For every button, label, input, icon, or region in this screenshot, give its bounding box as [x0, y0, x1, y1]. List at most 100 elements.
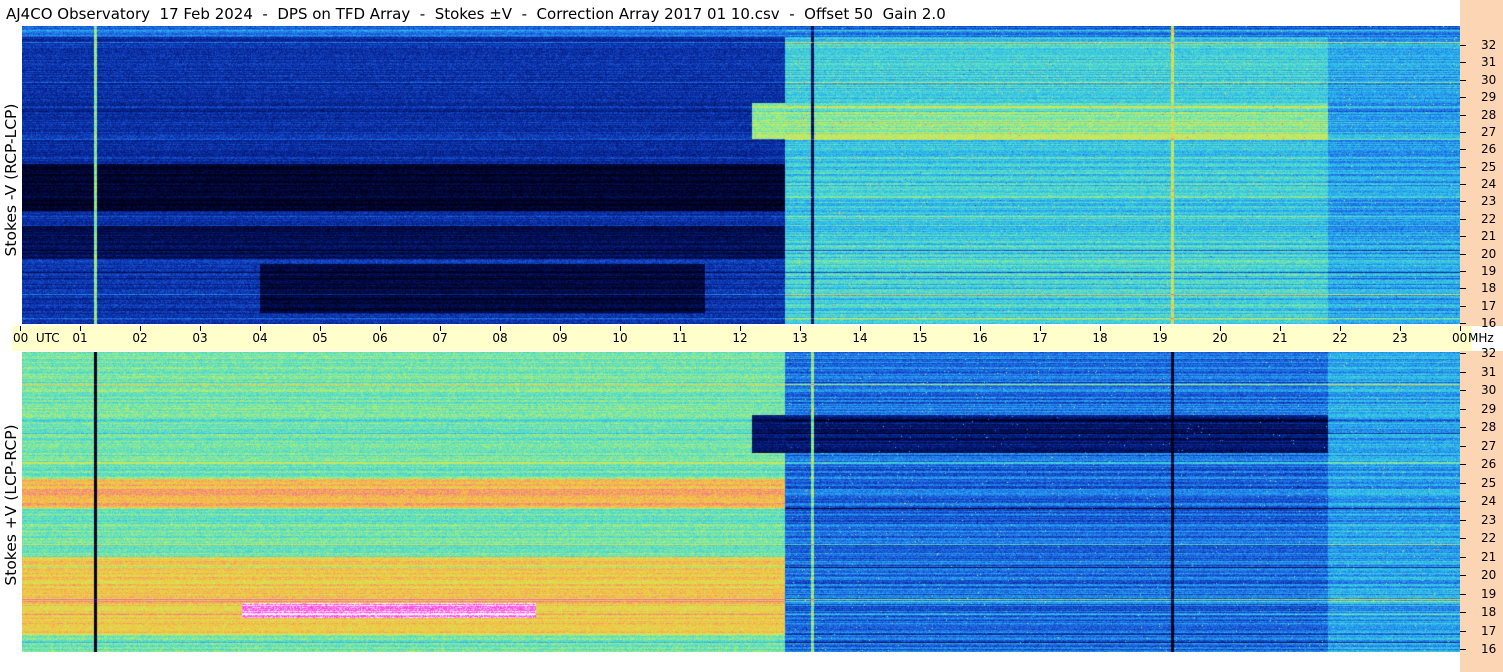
- frequency-tick-label: 23: [1481, 512, 1497, 527]
- time-tick-label: 13: [792, 331, 808, 345]
- time-tick-label: 05: [312, 331, 328, 345]
- frequency-tick-label: 32: [1481, 346, 1497, 360]
- bottom-spectrogram-heatmap: [22, 352, 1460, 652]
- frequency-tick-label: 26: [1481, 142, 1497, 157]
- frequency-tick: [1460, 288, 1466, 290]
- frequency-tick: [1460, 305, 1466, 307]
- frequency-tick: [1460, 131, 1466, 133]
- time-tick-label: 07: [432, 331, 448, 345]
- frequency-tick-label: 27: [1481, 124, 1497, 139]
- frequency-tick-label: 30: [1481, 383, 1497, 397]
- frequency-tick: [1460, 482, 1466, 484]
- time-tick-label: 02: [132, 331, 148, 345]
- time-tick-label: 09: [552, 331, 568, 345]
- frequency-tick-label: 16: [1481, 642, 1497, 656]
- top-spectrogram-heatmap: [22, 26, 1460, 324]
- frequency-tick: [1460, 97, 1466, 99]
- frequency-tick: [1460, 218, 1466, 220]
- frequency-tick: [1460, 323, 1466, 324]
- frequency-tick-label: 16: [1481, 316, 1497, 330]
- frequency-tick: [1460, 408, 1466, 410]
- frequency-tick: [1460, 236, 1466, 238]
- frequency-tick-label: 32: [1481, 38, 1497, 52]
- time-tick-label: 11: [672, 331, 688, 345]
- time-tick-label: 04: [252, 331, 268, 345]
- time-tick-label: 18: [1092, 331, 1108, 345]
- frequency-tick-label: 20: [1481, 246, 1497, 261]
- frequency-tick: [1460, 630, 1466, 632]
- time-tick-label: 00: [1452, 331, 1468, 345]
- time-tick-label: 19: [1152, 331, 1168, 345]
- time-tick-label: 08: [492, 331, 508, 345]
- frequency-tick-label: 31: [1481, 55, 1497, 70]
- frequency-tick: [1460, 593, 1466, 595]
- frequency-tick: [1460, 353, 1466, 354]
- frequency-tick-label: 18: [1481, 605, 1497, 619]
- frequency-tick: [1460, 445, 1466, 447]
- frequency-tick-label: 17: [1481, 298, 1497, 313]
- time-tick-label: 17: [1032, 331, 1048, 345]
- frequency-tick-label: 23: [1481, 194, 1497, 209]
- frequency-tick-label: 29: [1481, 90, 1497, 105]
- bottom-panel-y-label: Stokes +V (LCP-RCP): [2, 424, 20, 586]
- top-panel-y-label: Stokes -V (RCP-LCP): [2, 103, 20, 257]
- time-tick-label: 10: [612, 331, 628, 345]
- frequency-tick: [1460, 464, 1466, 465]
- time-tick-label: 22: [1332, 331, 1348, 345]
- frequency-tick: [1460, 166, 1466, 168]
- frequency-tick-label: 21: [1481, 549, 1497, 564]
- time-tick-label: 23: [1392, 331, 1408, 345]
- time-tick-label: 15: [912, 331, 928, 345]
- frequency-tick: [1460, 184, 1466, 185]
- time-tick-label: 06: [372, 331, 388, 345]
- frequency-tick-label: 31: [1481, 364, 1497, 379]
- frequency-tick: [1460, 390, 1466, 391]
- frequency-tick: [1460, 371, 1466, 373]
- frequency-tick-label: 28: [1481, 420, 1497, 434]
- bottom-spectrogram-panel: [22, 352, 1460, 652]
- frequency-tick-label: 25: [1481, 159, 1497, 174]
- time-tick-label: 00 UTC: [13, 331, 60, 345]
- frequency-tick: [1460, 45, 1466, 46]
- frequency-unit-label: MHz: [1468, 331, 1494, 345]
- frequency-tick: [1460, 649, 1466, 650]
- frequency-tick-label: 21: [1481, 229, 1497, 244]
- time-tick-label: 16: [972, 331, 988, 345]
- frequency-tick-label: 26: [1481, 457, 1497, 471]
- frequency-tick: [1460, 427, 1466, 428]
- time-tick-label: 21: [1272, 331, 1288, 345]
- frequency-tick-label: 22: [1481, 531, 1497, 545]
- frequency-tick: [1460, 270, 1466, 272]
- frequency-tick: [1460, 114, 1466, 116]
- frequency-tick-label: 25: [1481, 475, 1497, 490]
- time-tick-label: 20: [1212, 331, 1228, 345]
- frequency-tick-label: 27: [1481, 438, 1497, 453]
- frequency-tick-label: 22: [1481, 211, 1497, 226]
- frequency-tick: [1460, 556, 1466, 558]
- frequency-tick: [1460, 201, 1466, 203]
- frequency-tick: [1460, 149, 1466, 151]
- frequency-tick: [1460, 538, 1466, 539]
- frequency-tick: [1460, 612, 1466, 613]
- frequency-tick-label: 24: [1481, 177, 1497, 191]
- frequency-tick-label: 20: [1481, 568, 1497, 582]
- frequency-tick-label: 24: [1481, 494, 1497, 508]
- frequency-tick-label: 30: [1481, 72, 1497, 87]
- chart-title: AJ4CO Observatory 17 Feb 2024 - DPS on T…: [6, 5, 946, 23]
- frequency-tick: [1460, 501, 1466, 502]
- time-tick-label: 01: [72, 331, 88, 345]
- time-tick-label: 03: [192, 331, 208, 345]
- frequency-tick-label: 28: [1481, 107, 1497, 122]
- frequency-tick-label: 17: [1481, 623, 1497, 638]
- frequency-tick: [1460, 253, 1466, 255]
- frequency-tick: [1460, 79, 1466, 81]
- frequency-tick-label: 29: [1481, 401, 1497, 416]
- frequency-tick: [1460, 519, 1466, 521]
- time-tick-label: 14: [852, 331, 868, 345]
- top-spectrogram-panel: [22, 26, 1460, 324]
- frequency-tick-label: 19: [1481, 263, 1497, 278]
- frequency-tick: [1460, 575, 1466, 576]
- frequency-tick-label: 18: [1481, 281, 1497, 296]
- frequency-tick-label: 19: [1481, 586, 1497, 601]
- frequency-tick: [1460, 62, 1466, 64]
